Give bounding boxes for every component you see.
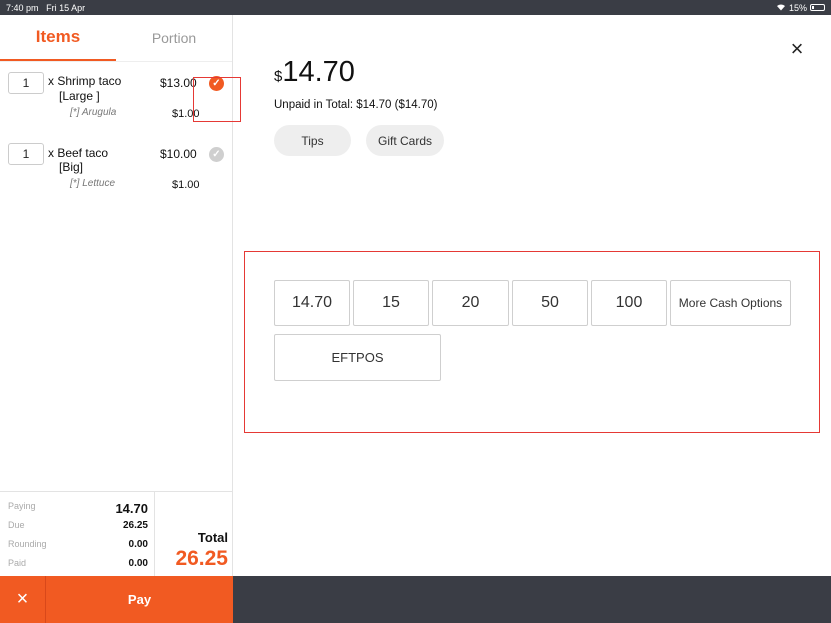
item-modifier: [*] Arugula [70, 107, 117, 118]
due-value: 26.25 [122, 520, 148, 531]
unpaid-total: Unpaid in Total: $14.70 ($14.70) [274, 99, 438, 111]
gift-cards-button[interactable]: Gift Cards [366, 125, 444, 156]
status-bar: 7:40 pm Fri 15 Apr 15% [0, 0, 831, 15]
currency-symbol: $ [274, 68, 283, 85]
quantity-field[interactable]: 1 [8, 72, 44, 94]
order-tabs: Items Portion [0, 15, 232, 62]
status-date: Fri 15 Apr [46, 2, 86, 13]
paying-label: Paying [8, 501, 36, 511]
check-icon-unselected[interactable]: ✓ [209, 147, 224, 162]
paid-row: Paid 0.00 [8, 558, 148, 569]
paid-value: 0.00 [128, 558, 148, 569]
total-label: Total [197, 530, 228, 545]
rounding-value: 0.00 [128, 539, 148, 550]
paid-label: Paid [8, 558, 27, 568]
status-left: 7:40 pm Fri 15 Apr [6, 3, 85, 13]
cancel-button[interactable]: × [0, 576, 46, 623]
tips-button[interactable]: Tips [274, 125, 351, 156]
cash-option-button[interactable]: 20 [432, 280, 509, 326]
item-price: $10.00 [160, 147, 197, 161]
order-summary: Paying 14.70 Due 26.25 Rounding 0.00 Pai… [0, 491, 233, 577]
tab-portion[interactable]: Portion [116, 15, 232, 61]
battery-percent: 15% [788, 2, 807, 13]
item-modifier: [*] Lettuce [70, 178, 116, 189]
item-size: [Large ] [59, 89, 100, 103]
quantity-field[interactable]: 1 [8, 143, 44, 165]
rounding-label: Rounding [8, 539, 47, 549]
close-icon[interactable]: × [786, 36, 808, 61]
paying-value: 14.70 [115, 501, 148, 516]
cash-option-button[interactable]: 15 [353, 280, 429, 326]
wifi-icon [776, 3, 786, 13]
status-time: 7:40 pm [6, 2, 39, 13]
summary-breakdown: Paying 14.70 Due 26.25 Rounding 0.00 Pai… [0, 492, 155, 577]
due-row: Due 26.25 [8, 520, 148, 531]
battery-icon [810, 4, 825, 11]
item-price: $13.00 [160, 76, 197, 90]
payment-amount: $ 14.70 [274, 56, 355, 89]
eftpos-button[interactable]: EFTPOS [274, 334, 441, 381]
rounding-row: Rounding 0.00 [8, 539, 148, 550]
item-name[interactable]: x Shrimp taco [48, 74, 121, 88]
highlight-box [193, 77, 241, 122]
pay-button[interactable]: Pay [46, 576, 233, 623]
cash-option-button[interactable]: 14.70 [274, 280, 350, 326]
due-label: Due [8, 520, 25, 530]
tab-items[interactable]: Items [0, 15, 116, 61]
item-modifier-price: $1.00 [172, 179, 200, 191]
amount-value: 14.70 [282, 56, 355, 88]
paying-row: Paying 14.70 [8, 501, 148, 516]
item-size: [Big] [59, 160, 84, 174]
order-panel: Items Portion 1 x Shrimp taco [Large ] [… [0, 15, 241, 577]
cash-option-button[interactable]: 50 [512, 280, 588, 326]
more-cash-options-button[interactable]: More Cash Options [670, 280, 791, 326]
cash-option-button[interactable]: 100 [591, 280, 667, 326]
total-value: 26.25 [175, 547, 228, 570]
bottom-bar: × Pay [0, 576, 831, 623]
status-right: 15% [776, 3, 825, 13]
item-name[interactable]: x Beef taco [48, 146, 108, 160]
